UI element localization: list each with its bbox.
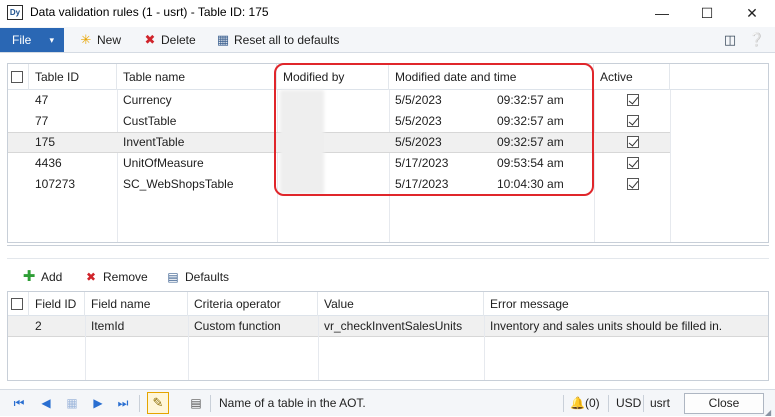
delete-button[interactable]: ✖ Delete [142,28,196,52]
document-icon[interactable]: ▤ [187,394,205,412]
minimize-button[interactable]: — [647,3,677,23]
add-button[interactable]: ✚ Add [21,266,63,288]
highlight-outline [274,63,594,196]
grid-line [670,90,671,242]
select-all-checkbox[interactable] [11,71,23,83]
col-field-name[interactable]: Field name [85,292,188,316]
company-indicator: usrt [650,396,671,410]
remove-label: Remove [103,270,148,284]
close-button[interactable]: Close [684,393,764,414]
select-all-checkbox[interactable] [11,298,23,310]
select-all-cell[interactable] [8,64,29,90]
table-name-cell[interactable]: CustTable [117,111,176,132]
col-criteria-operator[interactable]: Criteria operator [188,292,318,316]
grid-line [318,316,319,380]
table-id-cell[interactable]: 77 [29,111,48,132]
red-x-icon: ✖ [85,270,97,284]
active-checkbox[interactable] [627,94,639,106]
chevron-down-icon: ▾ [49,35,54,45]
layout-icon[interactable]: ◫ [721,31,739,49]
maximize-button[interactable]: ☐ [692,3,722,23]
file-menu-button[interactable]: File ▾ [0,28,64,52]
table-id-cell[interactable]: 4436 [29,153,62,174]
active-checkbox[interactable] [627,157,639,169]
notification-count: (0) [584,396,600,410]
new-button[interactable]: ✳ New [78,28,121,52]
title-bar: Dy Data validation rules (1 - usrt) - Ta… [0,0,775,26]
reset-all-button[interactable]: ▦ Reset all to defaults [215,28,340,52]
defaults-icon: ▤ [167,270,179,284]
first-record-icon[interactable]: ⏮ [10,394,28,412]
status-separator [563,395,564,412]
field-id-cell[interactable]: 2 [29,316,42,337]
green-plus-icon: ✚ [22,268,36,285]
notifications-indicator[interactable]: 🔔(0) [570,390,600,417]
status-bar: ⏮ ◀ ▦ ▶ ⏭ ✎ ▤ Name of a table in the AOT… [0,389,775,417]
window-title: Data validation rules (1 - usrt) - Table… [30,5,269,19]
criteria-row-selected[interactable]: 2 ItemId Custom function vr_checkInventS… [8,316,768,337]
col-table-name[interactable]: Table name [117,64,277,90]
active-checkbox[interactable] [627,115,639,127]
col-active[interactable]: Active [594,64,670,90]
grid-line [85,316,86,380]
grid-view-icon[interactable]: ▦ [63,394,81,412]
field-name-cell[interactable]: ItemId [85,316,124,337]
reset-label: Reset all to defaults [234,33,340,47]
bell-icon: 🔔 [570,396,585,410]
status-separator [210,395,211,412]
currency-indicator: USD [616,396,642,410]
splitter[interactable] [7,245,769,246]
col-field-id[interactable]: Field ID [29,292,85,316]
table-id-cell[interactable]: 175 [29,132,55,153]
new-label: New [97,33,122,47]
last-record-icon[interactable]: ⏭ [114,394,132,412]
status-separator [643,395,644,412]
red-x-icon: ✖ [144,32,156,47]
delete-label: Delete [161,33,196,47]
table-name-cell[interactable]: Currency [117,90,172,111]
remove-button[interactable]: ✖ Remove [83,266,148,288]
splitter-line [7,258,769,259]
status-separator [608,395,609,412]
previous-record-icon[interactable]: ◀ [37,394,55,412]
defaults-label: Defaults [185,270,230,284]
table-id-cell[interactable]: 107273 [29,174,75,195]
lines-toolbar: ✚ Add ✖ Remove ▤ Defaults [7,266,769,288]
help-icon[interactable]: ❔ [748,31,766,49]
close-window-button[interactable]: ✕ [737,3,767,23]
select-all-cell[interactable] [8,292,29,316]
table-name-cell[interactable]: SC_WebShopsTable [117,174,234,195]
edit-mode-pencil-icon[interactable]: ✎ [147,392,169,414]
add-label: Add [41,270,63,284]
next-record-icon[interactable]: ▶ [89,394,107,412]
file-label: File [12,33,32,47]
defaults-button[interactable]: ▤ Defaults [165,266,229,288]
criteria-grid: Field ID Field name Criteria operator Va… [7,291,769,381]
col-table-id[interactable]: Table ID [29,64,117,90]
table-name-cell[interactable]: UnitOfMeasure [117,153,204,174]
criteria-operator-cell[interactable]: Custom function [188,316,281,337]
col-error-message[interactable]: Error message [484,292,768,316]
active-checkbox[interactable] [627,178,639,190]
sparkle-icon: ✳ [80,32,92,47]
status-separator [139,395,140,412]
table-name-cell[interactable]: InventTable [117,132,184,153]
reset-icon: ▦ [216,32,230,47]
resize-grip-icon[interactable]: ◢ [765,408,773,417]
active-checkbox[interactable] [627,136,639,148]
grid-line [484,316,485,380]
value-cell[interactable]: vr_checkInventSalesUnits [318,316,462,337]
grid-line [188,316,189,380]
criteria-grid-header: Field ID Field name Criteria operator Va… [8,292,768,316]
col-value[interactable]: Value [318,292,484,316]
status-help-text: Name of a table in the AOT. [219,396,366,410]
error-message-cell[interactable]: Inventory and sales units should be fill… [484,316,722,337]
app-icon: Dy [7,5,23,20]
action-pane: File ▾ ✳ New ✖ Delete ▦ Reset all to defaul… [0,27,775,53]
table-id-cell[interactable]: 47 [29,90,48,111]
